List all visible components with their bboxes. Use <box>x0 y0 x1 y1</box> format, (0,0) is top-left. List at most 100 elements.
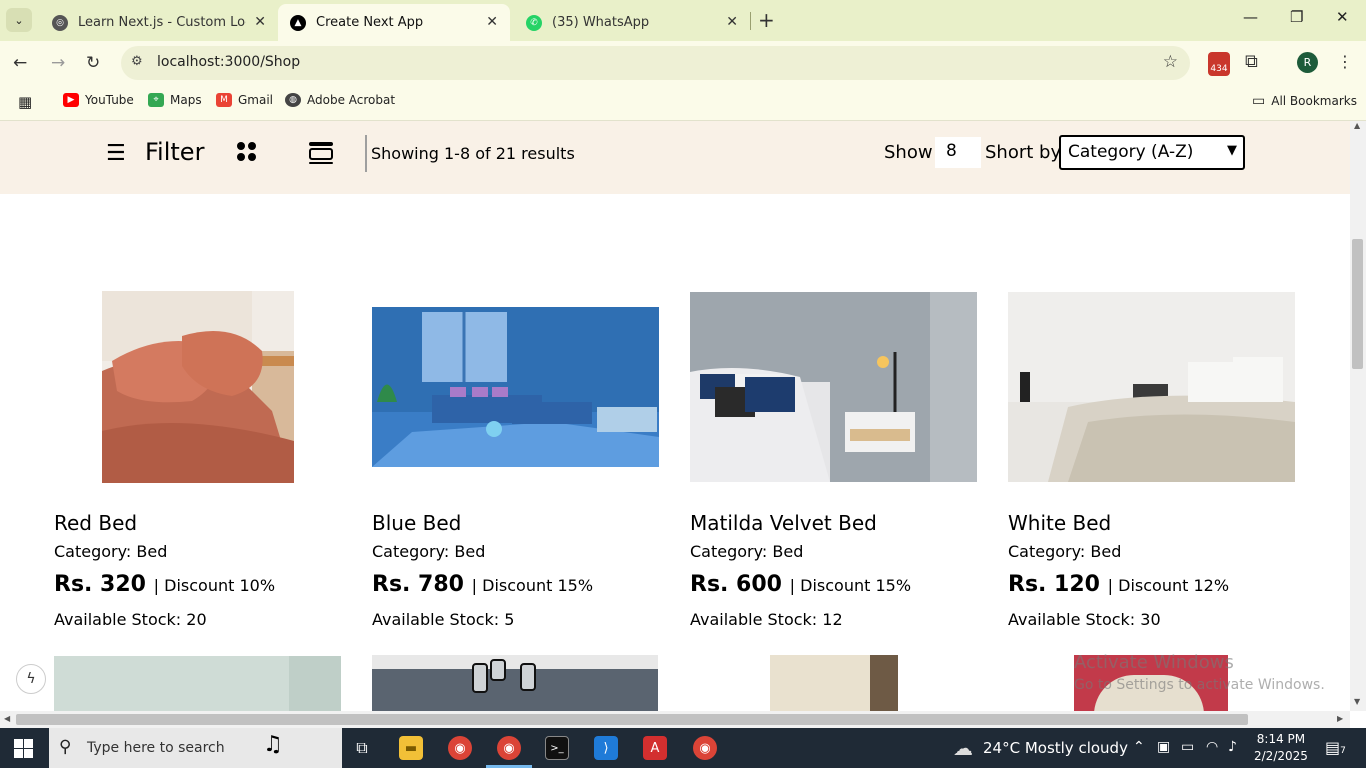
product-category: Category: Bed <box>372 542 486 561</box>
meet-now-icon[interactable]: ▣ <box>1157 739 1170 755</box>
chrome-profile-icon[interactable]: ◉ <box>693 736 717 760</box>
tab-create-next-app[interactable]: ▲ Create Next App ✕ <box>278 4 510 41</box>
new-tab-button[interactable]: + <box>758 8 775 32</box>
price-value: Rs. 120 <box>1008 572 1100 597</box>
restore-button[interactable]: ❐ <box>1290 8 1303 26</box>
product-image-red-bed[interactable] <box>102 291 294 483</box>
bookmark-youtube[interactable]: ▶ YouTube <box>63 93 134 107</box>
discount-text: | Discount 12% <box>1107 576 1230 595</box>
product-category: Category: Bed <box>1008 542 1122 561</box>
scroll-right-icon[interactable]: ▶ <box>1337 714 1343 723</box>
close-icon[interactable]: ✕ <box>486 14 498 30</box>
activate-windows-title: Activate Windows <box>1074 652 1234 673</box>
show-label: Show <box>884 142 933 163</box>
bed-photo <box>102 291 294 483</box>
chrome-icon[interactable]: ◉ <box>448 736 472 760</box>
bookmark-gmail[interactable]: M Gmail <box>216 93 273 107</box>
gmail-icon: M <box>216 93 232 107</box>
acrobat-icon[interactable]: A <box>643 736 667 760</box>
close-icon[interactable]: ✕ <box>254 14 266 30</box>
product-name[interactable]: White Bed <box>1008 511 1111 535</box>
chrome-profile-icon[interactable]: ◉ <box>497 736 521 760</box>
wifi-icon[interactable]: ◠ <box>1206 739 1218 755</box>
folder-icon: ▭ <box>1252 93 1266 109</box>
weather-widget[interactable]: ☁ 24°C Mostly cloudy <box>953 736 1128 760</box>
bookmark-adobe-acrobat[interactable]: ◍ Adobe Acrobat <box>285 93 395 107</box>
browser-menu-icon[interactable]: ⋮ <box>1337 52 1353 71</box>
minimize-button[interactable]: — <box>1243 8 1258 26</box>
extensions-icon[interactable]: ⧉ <box>1245 51 1258 72</box>
close-window-button[interactable]: ✕ <box>1336 8 1349 26</box>
apps-grid-icon[interactable]: ▦ <box>18 93 32 111</box>
bookmark-label: Maps <box>170 93 202 107</box>
whatsapp-icon: ✆ <box>526 14 542 31</box>
tab-whatsapp[interactable]: ✆ (35) WhatsApp ✕ <box>514 4 750 41</box>
windows-start-icon[interactable] <box>14 739 33 758</box>
system-clock[interactable]: 8:14 PM 2/2/2025 <box>1254 731 1308 765</box>
tab-search-button[interactable]: ⌄ <box>6 8 32 32</box>
reload-button[interactable]: ↻ <box>86 53 100 73</box>
url-text[interactable]: localhost:3000/Shop <box>157 54 300 70</box>
gramophone-icon: ♫ <box>263 732 283 757</box>
product-image-partial[interactable] <box>770 655 898 711</box>
product-image-matilda-velvet-bed[interactable] <box>690 292 977 482</box>
filter-bar: ☰ Filter Showing 1-8 of 21 results Show … <box>0 121 1350 194</box>
results-count: Showing 1-8 of 21 results <box>371 144 575 163</box>
scroll-up-icon[interactable]: ▲ <box>1354 121 1360 130</box>
product-price: Rs. 780 | Discount 15% <box>372 572 593 597</box>
chevron-down-icon: ▼ <box>1227 143 1237 158</box>
battery-icon[interactable]: ▭ <box>1181 739 1194 755</box>
youtube-icon: ▶ <box>63 93 79 107</box>
file-explorer-icon[interactable]: ▬ <box>399 736 423 760</box>
search-placeholder[interactable]: Type here to search <box>87 740 225 756</box>
openai-icon: ◎ <box>52 14 68 31</box>
show-count-input[interactable]: 8 <box>935 137 981 168</box>
product-name[interactable]: Red Bed <box>54 511 137 535</box>
scroll-left-icon[interactable]: ◀ <box>4 714 10 723</box>
bookmark-star-icon[interactable]: ☆ <box>1163 52 1178 72</box>
notification-center-icon[interactable]: ▤7 <box>1325 738 1346 757</box>
list-view-icon[interactable] <box>309 142 333 164</box>
product-image-blue-bed[interactable] <box>372 307 659 467</box>
tab-learn-nextjs[interactable]: ◎ Learn Next.js - Custom Localhos ✕ <box>40 4 278 41</box>
clock-date: 2/2/2025 <box>1254 749 1308 763</box>
close-icon[interactable]: ✕ <box>726 14 738 30</box>
all-bookmarks[interactable]: ▭ All Bookmarks <box>1252 93 1357 109</box>
extension-badge[interactable]: 434 <box>1208 52 1230 76</box>
nextjs-icon: ▲ <box>290 14 306 31</box>
bookmark-maps[interactable]: ⌖ Maps <box>148 93 202 107</box>
product-image-partial[interactable] <box>372 655 658 711</box>
scroll-thumb[interactable] <box>16 714 1248 725</box>
product-image-partial[interactable] <box>54 656 341 711</box>
clock-time: 8:14 PM <box>1256 732 1306 746</box>
vertical-scrollbar[interactable]: ▲ ▼ <box>1350 121 1366 711</box>
task-view-icon[interactable]: ⧉ <box>350 736 374 760</box>
sliders-icon[interactable]: ☰ <box>106 141 126 166</box>
horizontal-scrollbar[interactable]: ◀ ▶ <box>0 711 1350 728</box>
taskbar-search[interactable]: ⚲ Type here to search ♫ <box>49 728 342 768</box>
grid-view-icon[interactable] <box>237 142 257 162</box>
divider <box>365 135 367 172</box>
lightning-icon[interactable]: ϟ <box>16 664 46 694</box>
product-name[interactable]: Blue Bed <box>372 511 461 535</box>
bookmark-label: Gmail <box>238 93 274 107</box>
chevron-up-icon[interactable]: ⌃ <box>1133 739 1145 755</box>
profile-avatar[interactable]: R <box>1297 52 1318 73</box>
forward-button[interactable]: → <box>51 53 65 73</box>
activate-windows-subtitle: Go to Settings to activate Windows. <box>1074 677 1325 693</box>
scroll-down-icon[interactable]: ▼ <box>1354 697 1360 706</box>
product-image-white-bed[interactable] <box>1008 292 1295 482</box>
vscode-icon[interactable]: ⟩ <box>594 736 618 760</box>
site-info-icon[interactable]: ⚙ <box>131 54 143 69</box>
terminal-icon[interactable]: >_ <box>545 736 569 760</box>
product-stock: Available Stock: 5 <box>372 610 515 629</box>
address-bar[interactable]: ⚙ localhost:3000/Shop ☆ <box>121 46 1190 80</box>
back-button[interactable]: ← <box>13 53 27 73</box>
filter-label[interactable]: Filter <box>145 138 204 166</box>
product-name[interactable]: Matilda Velvet Bed <box>690 511 877 535</box>
cloud-icon: ☁ <box>953 736 973 760</box>
scroll-thumb[interactable] <box>1352 239 1363 369</box>
product-price: Rs. 120 | Discount 12% <box>1008 572 1229 597</box>
sort-select[interactable]: Category (A-Z) ▼ <box>1059 135 1245 170</box>
volume-muted-icon[interactable]: ♪ <box>1228 739 1237 755</box>
